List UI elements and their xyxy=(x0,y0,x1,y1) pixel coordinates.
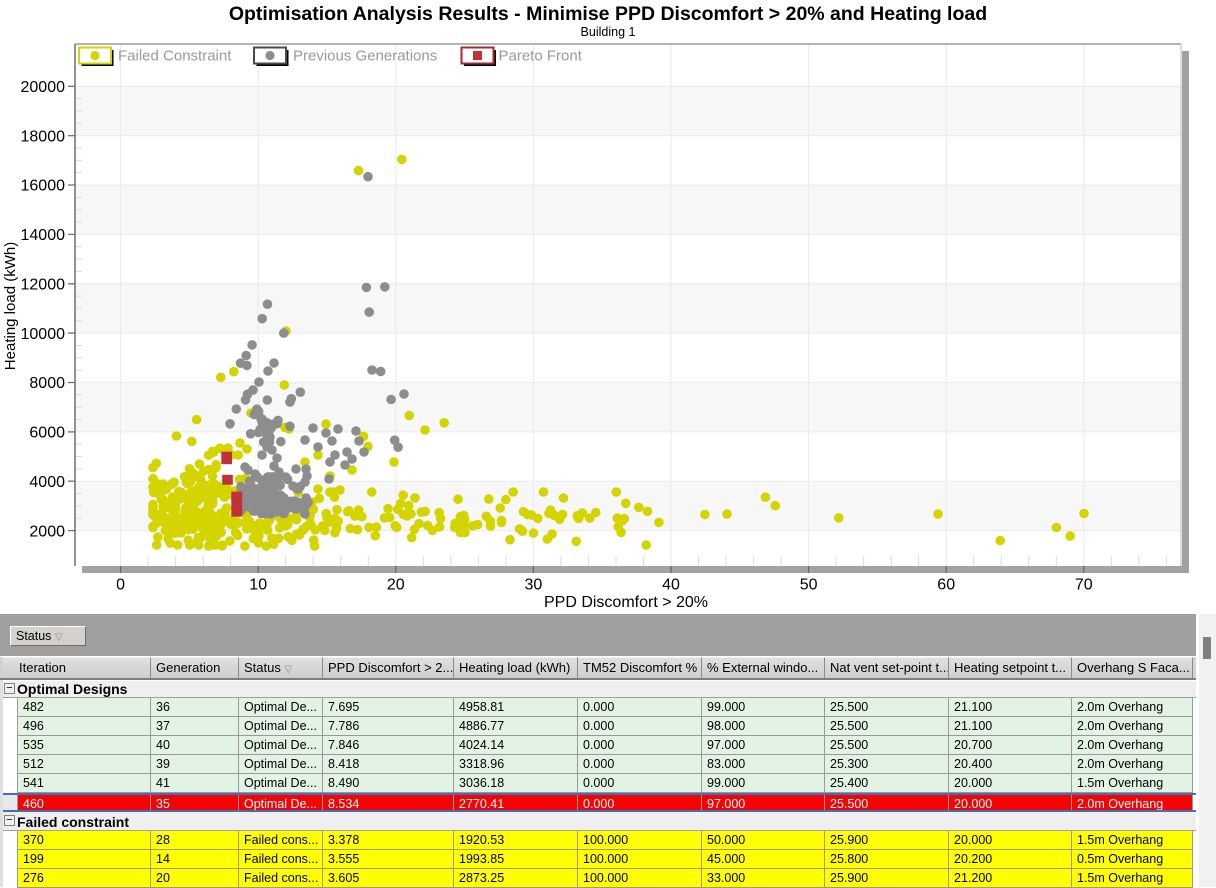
svg-text:6000: 6000 xyxy=(29,425,65,442)
svg-text:Building 1: Building 1 xyxy=(581,25,636,39)
svg-text:50: 50 xyxy=(800,577,818,594)
svg-text:40: 40 xyxy=(662,577,680,594)
svg-text:18000: 18000 xyxy=(21,128,66,145)
svg-text:0: 0 xyxy=(116,577,125,594)
svg-text:Pareto Front: Pareto Front xyxy=(499,48,583,65)
svg-text:2000: 2000 xyxy=(29,523,65,540)
svg-text:12000: 12000 xyxy=(21,277,66,294)
svg-text:Previous Generations: Previous Generations xyxy=(293,48,437,65)
svg-text:4000: 4000 xyxy=(29,474,65,491)
svg-text:14000: 14000 xyxy=(21,227,66,244)
svg-text:8000: 8000 xyxy=(29,375,65,392)
svg-text:60: 60 xyxy=(937,577,955,594)
svg-text:Optimisation Analysis Results: Optimisation Analysis Results - Minimise… xyxy=(229,3,987,25)
svg-text:Failed Constraint: Failed Constraint xyxy=(118,48,232,65)
svg-text:20: 20 xyxy=(387,577,405,594)
svg-text:70: 70 xyxy=(1075,577,1093,594)
svg-text:16000: 16000 xyxy=(21,178,66,195)
svg-text:20000: 20000 xyxy=(21,79,66,96)
svg-text:10: 10 xyxy=(249,577,267,594)
svg-text:10000: 10000 xyxy=(21,326,66,343)
svg-text:30: 30 xyxy=(525,577,543,594)
svg-text:PPD Discomfort > 20%: PPD Discomfort > 20% xyxy=(544,594,708,611)
svg-text:Heating load (kWh): Heating load (kWh) xyxy=(2,242,19,370)
